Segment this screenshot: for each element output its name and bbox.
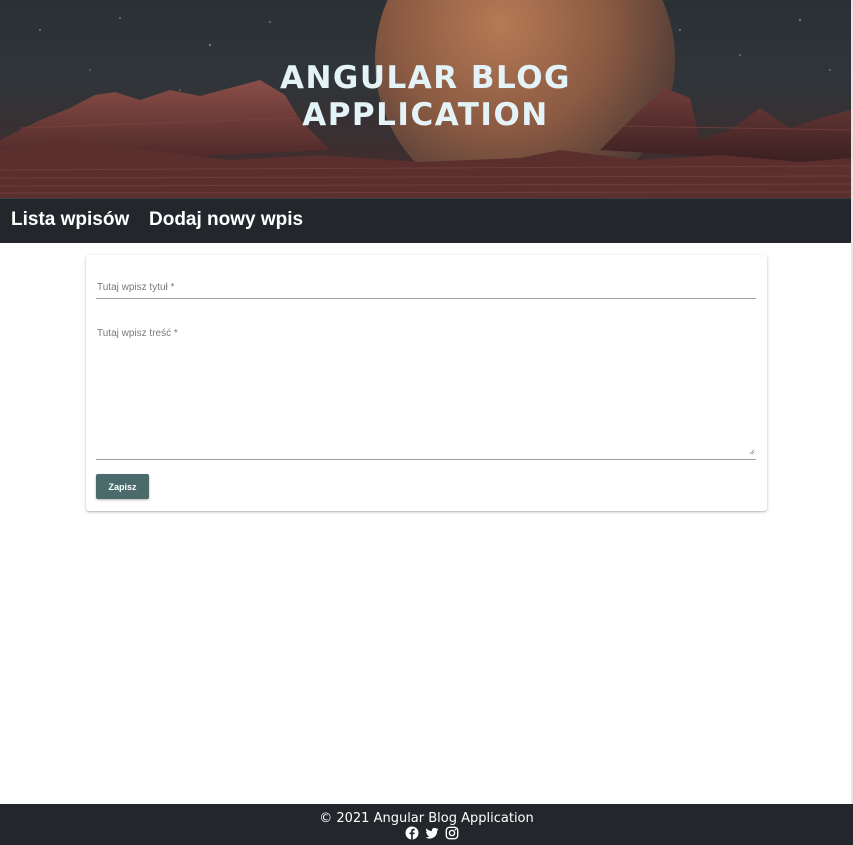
content-textarea-underline — [96, 459, 756, 460]
twitter-icon[interactable] — [425, 826, 439, 840]
content-textarea[interactable] — [96, 323, 756, 460]
title-input-underline — [96, 298, 756, 299]
nav-link-post-list[interactable]: Lista wpisów — [11, 209, 129, 231]
footer: © 2021 Angular Blog Application — [0, 804, 853, 845]
main-nav: Lista wpisów Dodaj nowy wpis — [0, 198, 851, 243]
page-title-line1: ANGULAR BLOG — [279, 60, 572, 96]
footer-copyright: © 2021 Angular Blog Application — [319, 811, 534, 826]
textarea-resize-handle[interactable] — [749, 449, 755, 455]
hero-banner: ANGULAR BLOG APPLICATION — [0, 0, 851, 198]
post-form-card: Tutaj wpisz tytuł * Tutaj wpisz treść * … — [86, 255, 767, 511]
save-button[interactable]: Zapisz — [96, 474, 149, 499]
facebook-icon[interactable] — [405, 826, 419, 840]
title-input[interactable] — [96, 277, 756, 299]
instagram-icon[interactable] — [445, 826, 459, 840]
page-title-line2: APPLICATION — [302, 97, 549, 133]
page-title: ANGULAR BLOG APPLICATION — [0, 60, 851, 134]
nav-link-add-post[interactable]: Dodaj nowy wpis — [149, 209, 303, 231]
